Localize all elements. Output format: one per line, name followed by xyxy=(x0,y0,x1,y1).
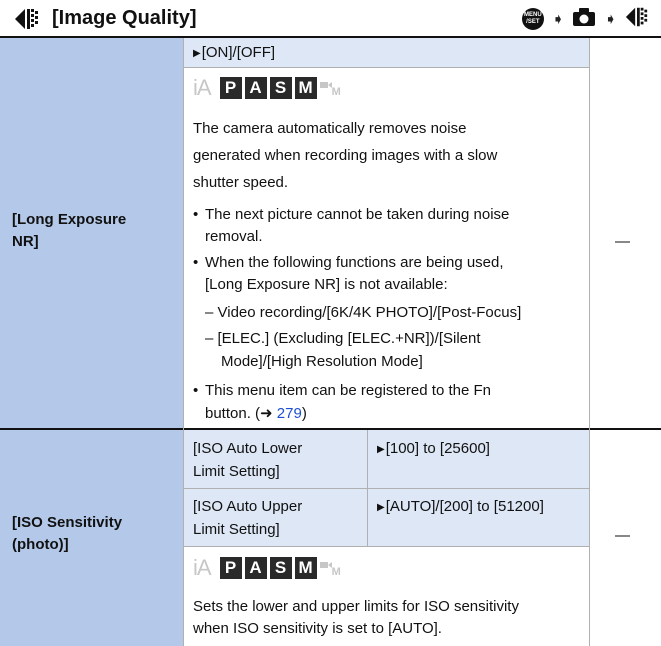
description-line: shutter speed. xyxy=(193,174,289,191)
description-line: when ISO sensitivity is set to [AUTO]. xyxy=(193,620,442,637)
divider xyxy=(183,38,184,646)
bullet-text: [Long Exposure NR] is not available: xyxy=(205,276,448,293)
bullet-icon: • xyxy=(193,382,199,399)
menu-icon-text-bottom: /SET xyxy=(526,19,540,25)
mode-icons: iA P A S M M xyxy=(193,556,344,580)
mode-creative-video-icon: M xyxy=(319,557,344,579)
bullet-text: The next picture cannot be taken during … xyxy=(205,206,510,223)
sub-setting-name: [ISO Auto Lower xyxy=(193,440,303,457)
row-label-long-exposure-nr: [Long Exposure NR] xyxy=(12,209,126,253)
divider xyxy=(589,38,590,646)
bullet-text-with-link: button. (➜ 279) xyxy=(205,403,307,425)
mode-movie-m-text: M xyxy=(331,566,341,578)
sub-setting-value-text: [100] to [25600] xyxy=(385,440,490,457)
arrow-right-icon: ➧ xyxy=(604,10,617,28)
bullet-text: ) xyxy=(301,405,307,422)
mode-movie-m-text: M xyxy=(331,86,341,98)
bullet-text: removal. xyxy=(205,228,263,245)
bullet-text: button. (➜ xyxy=(205,405,277,422)
mode-s-icon: S xyxy=(269,77,292,99)
mode-p-icon: P xyxy=(219,77,242,99)
row-label-line: [Long Exposure xyxy=(12,211,127,228)
not-applicable-dash: — xyxy=(615,233,630,250)
sub-setting-name: [ISO Auto Upper xyxy=(193,498,303,515)
camera-icon xyxy=(572,7,596,32)
mode-m-icon: M xyxy=(294,557,317,579)
arrow-right-icon: ➧ xyxy=(551,10,565,28)
mode-icons: iA P A S M M xyxy=(193,76,344,100)
setting-value-text: [ON]/[OFF] xyxy=(201,44,276,61)
description-line: Sets the lower and upper limits for ISO … xyxy=(193,598,519,615)
row-label-line: [ISO Sensitivity xyxy=(12,514,123,531)
row-label-line: NR] xyxy=(12,233,39,250)
not-applicable-dash: — xyxy=(615,527,630,544)
sub-setting-name: Limit Setting] xyxy=(193,521,280,538)
mode-ia-icon: iA xyxy=(193,555,212,580)
mode-a-icon: A xyxy=(244,557,267,579)
page-header: [Image Quality] MENU /SET ➧ ➧ xyxy=(0,0,661,36)
description-line: generated when recording images with a s… xyxy=(193,147,498,164)
divider xyxy=(184,67,589,68)
sub-bullet-text: – [ELEC.] (Excluding [ELEC.+NR])/[Silent xyxy=(205,330,481,347)
sub-setting-value-text: [AUTO]/[200] to [51200] xyxy=(385,498,544,515)
image-quality-icon xyxy=(14,6,40,32)
mode-s-icon: S xyxy=(269,557,292,579)
mode-p-icon: P xyxy=(219,557,242,579)
divider xyxy=(184,488,589,489)
sub-setting-value: ▶[100] to [25600] xyxy=(377,440,490,457)
mode-m-icon: M xyxy=(294,77,317,99)
sub-setting-name: Limit Setting] xyxy=(193,463,280,480)
menu-set-icon: MENU /SET xyxy=(521,8,544,30)
row-label-line: (photo)] xyxy=(12,536,69,553)
image-quality-icon xyxy=(625,5,649,34)
table-top-rule xyxy=(0,36,661,38)
bullet-text: This menu item can be registered to the … xyxy=(205,382,491,399)
page-title: [Image Quality] xyxy=(52,7,197,29)
page-reference-link[interactable]: 279 xyxy=(277,405,302,422)
mode-a-icon: A xyxy=(244,77,267,99)
sub-setting-value: ▶[AUTO]/[200] to [51200] xyxy=(377,498,544,515)
mode-ia-icon: iA xyxy=(193,75,212,100)
row-separator-rule xyxy=(0,428,661,430)
sub-bullet-text: Mode]/[High Resolution Mode] xyxy=(221,353,423,370)
bullet-icon: • xyxy=(193,206,199,223)
description-line: The camera automatically removes noise xyxy=(193,120,467,137)
menu-path-breadcrumb: MENU /SET ➧ ➧ xyxy=(521,5,649,34)
divider xyxy=(184,546,589,547)
sub-bullet-text: – Video recording/[6K/4K PHOTO]/[Post-Fo… xyxy=(205,304,522,321)
row-label-iso-sensitivity: [ISO Sensitivity (photo)] xyxy=(12,512,122,556)
mode-creative-video-icon: M xyxy=(319,77,344,99)
bullet-text: When the following functions are being u… xyxy=(205,254,504,271)
bullet-icon: • xyxy=(193,254,199,271)
setting-value: ▶[ON]/[OFF] xyxy=(193,44,276,61)
menu-icon-text-top: MENU xyxy=(524,12,542,18)
